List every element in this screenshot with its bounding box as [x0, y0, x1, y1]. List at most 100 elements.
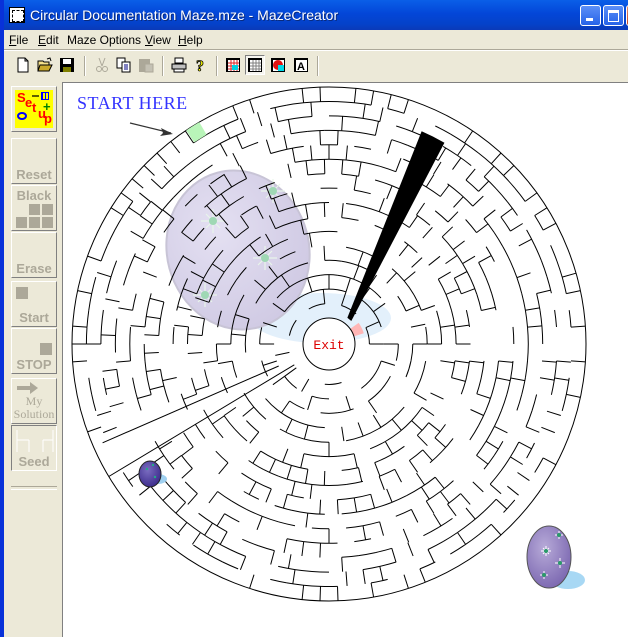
maze-wall-arc — [243, 392, 255, 408]
menu-view[interactable]: View — [145, 33, 171, 47]
maze-wall-arc — [389, 445, 405, 456]
maze-wall-radial — [219, 531, 228, 545]
maze-wall-radial — [554, 377, 569, 381]
maze-wall-arc — [337, 101, 355, 104]
color-grid-button[interactable] — [223, 55, 243, 75]
maze-wall-arc — [435, 125, 451, 135]
seed-button[interactable]: Seed — [11, 425, 57, 471]
maze-wall-radial — [566, 393, 581, 398]
color-fill-button[interactable] — [268, 55, 288, 75]
maze-wall-arc — [311, 288, 330, 293]
maze-wall-radial — [411, 420, 423, 431]
maze-wall-arc — [561, 276, 567, 294]
maze-wall-radial — [162, 490, 174, 501]
maze-wall-arc — [478, 262, 487, 278]
print-button[interactable] — [169, 55, 189, 75]
maze-wall-arc — [328, 288, 347, 293]
maze-wall-radial — [408, 460, 419, 473]
maze-wall-radial — [102, 368, 117, 372]
maze-wall-arc — [527, 327, 529, 345]
menu-help[interactable]: Help — [178, 33, 203, 47]
maze-wall-radial — [105, 385, 120, 390]
maze-wall-arc — [230, 326, 233, 345]
copy-button[interactable] — [114, 55, 134, 75]
maze-wall-radial — [144, 334, 159, 336]
maze-wall-arc — [307, 512, 325, 515]
maze-wall-radial — [282, 448, 289, 463]
erase-button[interactable]: Erase — [11, 232, 57, 278]
maze-wall-radial — [283, 134, 288, 150]
maze-wall-arc — [450, 544, 465, 555]
text-button[interactable]: A — [291, 55, 311, 75]
maze-wall-arc — [186, 522, 201, 533]
save-button[interactable] — [57, 55, 77, 75]
maze-app-icon[interactable] — [9, 7, 25, 23]
maze-wall-arc — [294, 480, 312, 485]
maze-wall-radial — [470, 409, 484, 416]
maze-wall-arc — [194, 424, 206, 439]
maze-wall-arc — [320, 274, 338, 276]
open-button[interactable] — [35, 55, 55, 75]
maze-wall-radial — [212, 415, 225, 425]
toolbar: ? A — [4, 52, 628, 80]
maze-wall-radial — [323, 202, 326, 218]
maze-wall-arc — [289, 400, 305, 410]
menu-bar: File Edit Maze Options View Help — [4, 30, 628, 49]
minimize-button[interactable] — [580, 5, 601, 26]
maze-wall-radial — [408, 215, 419, 228]
paste-button[interactable] — [136, 55, 156, 75]
my-solution-button[interactable]: My Solution — [11, 378, 57, 424]
maze-wall-radial — [77, 290, 92, 295]
maze-wall-radial — [110, 207, 124, 216]
maze-wall-radial — [394, 469, 402, 483]
exit-label: Exit — [313, 338, 344, 353]
title-bar[interactable]: Circular Documentation Maze.mze - MazeCr… — [4, 0, 628, 30]
black-button[interactable]: Black — [11, 185, 57, 231]
maze-wall-arc — [379, 561, 397, 567]
maze-wall-arc — [265, 398, 279, 411]
tool-sidebar: S e t u p + Reset Black Erase Start STOP… — [8, 82, 60, 637]
new-button[interactable] — [13, 55, 33, 75]
open-icon — [37, 57, 53, 72]
maze-wall-radial — [149, 297, 165, 303]
menu-edit[interactable]: Edit — [38, 33, 59, 47]
maze-wall-arc — [286, 102, 304, 106]
maze-wall-arc — [303, 453, 321, 457]
menu-file[interactable]: File — [9, 33, 28, 47]
maze-wall-radial — [305, 204, 309, 219]
cut-button[interactable] — [92, 55, 112, 75]
maze-wall-radial — [398, 244, 409, 257]
maze-wall-arc — [346, 203, 364, 208]
maze-wall-radial — [503, 165, 515, 176]
reset-button[interactable]: Reset — [11, 138, 57, 184]
maze-wall-radial — [285, 418, 293, 433]
maze-wall-arc — [144, 361, 148, 379]
menu-maze-options[interactable]: Maze Options — [67, 33, 141, 47]
maze-wall-arc — [534, 215, 544, 231]
setup-button[interactable]: S e t u p + — [11, 86, 57, 132]
maze-wall-radial — [305, 160, 309, 175]
start-cell-icon — [16, 287, 28, 299]
maze-wall-arc — [270, 578, 287, 584]
maze-canvas[interactable]: Exit START HERE — [62, 82, 628, 637]
start-button[interactable]: Start — [11, 281, 57, 327]
help-button[interactable]: ? — [191, 55, 211, 75]
maze-wall-radial — [309, 484, 313, 499]
maximize-button[interactable] — [603, 5, 624, 26]
maze-wall-arc — [453, 277, 462, 294]
stop-button[interactable]: STOP — [11, 328, 57, 374]
maze-wall-arc — [442, 145, 458, 156]
maze-wall-arc — [246, 508, 263, 517]
maze-wall-arc — [346, 525, 364, 529]
maze-wall-radial — [434, 476, 445, 489]
maze-wall-arc — [385, 431, 400, 442]
maze-wall-arc — [242, 538, 259, 547]
maze-wall-arc — [476, 377, 482, 394]
maze-wall-arc — [290, 130, 308, 135]
maze-wall-radial — [476, 223, 489, 233]
start-arrow-icon — [129, 122, 173, 136]
circular-maze[interactable]: Exit — [63, 83, 628, 637]
grid-button[interactable] — [245, 55, 265, 75]
maze-wall-radial — [270, 123, 275, 138]
maze-wall-arc — [110, 260, 118, 277]
